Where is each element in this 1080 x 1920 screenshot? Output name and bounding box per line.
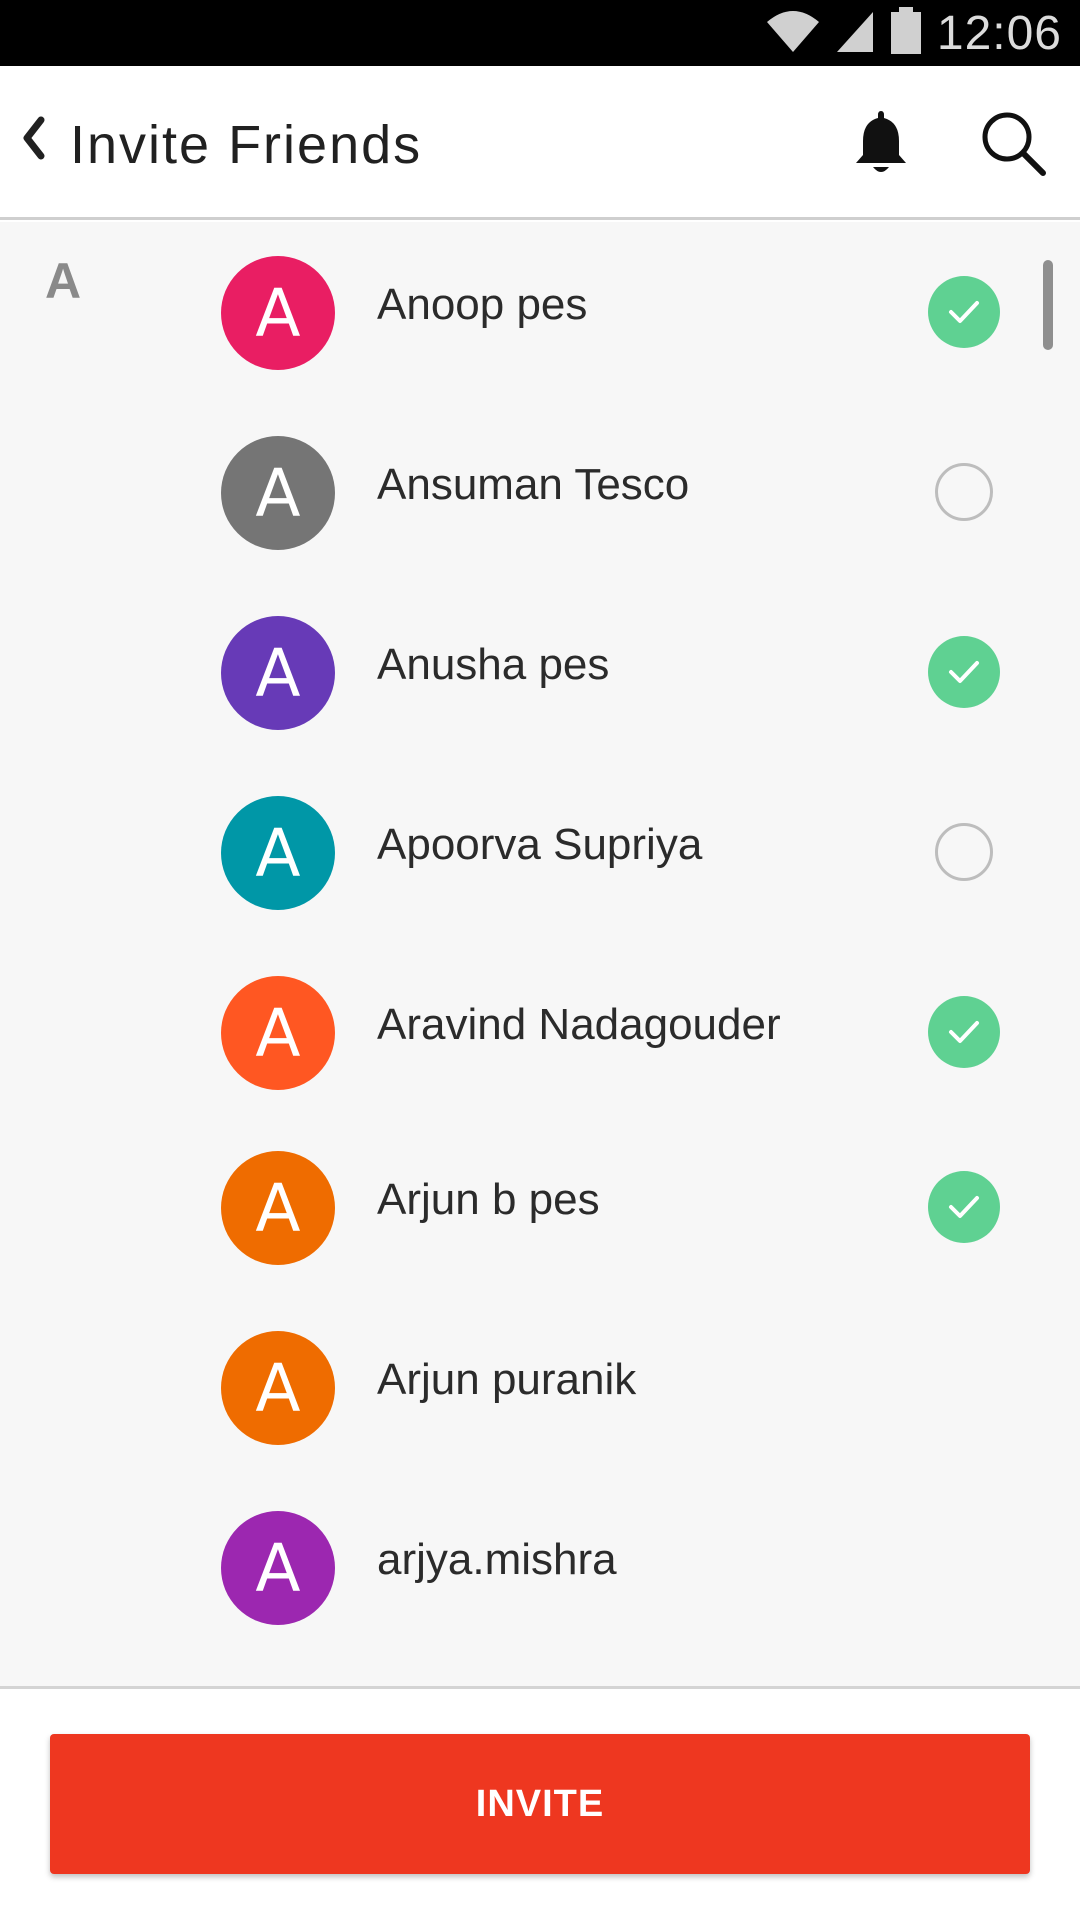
app-bar: Invite Friends bbox=[0, 66, 1080, 220]
avatar: A bbox=[221, 976, 335, 1090]
contact-row[interactable]: A Apoorva Supriya bbox=[0, 762, 1080, 942]
contact-name: Apoorva Supriya bbox=[377, 820, 703, 869]
signal-icon bbox=[835, 8, 875, 59]
avatar: A bbox=[221, 1511, 335, 1625]
bell-icon bbox=[853, 109, 909, 180]
avatar: A bbox=[221, 616, 335, 730]
wifi-icon bbox=[765, 8, 821, 59]
contact-row[interactable]: A Arjun b pes bbox=[0, 1117, 1080, 1297]
contact-row[interactable]: A Arjun puranik bbox=[0, 1297, 1080, 1477]
search-button[interactable] bbox=[974, 108, 1054, 184]
checkmark-icon bbox=[949, 1196, 979, 1218]
contact-list[interactable]: A A Anoop pes A Ansuman Tesco A Anusha p… bbox=[0, 222, 1080, 1686]
contact-name: Ansuman Tesco bbox=[377, 460, 690, 509]
checkmark-icon bbox=[949, 661, 979, 683]
avatar: A bbox=[221, 796, 335, 910]
status-time: 12:06 bbox=[936, 6, 1062, 60]
contact-name: Anoop pes bbox=[377, 280, 588, 329]
selection-toggle[interactable] bbox=[928, 1171, 1000, 1243]
contact-name: Arjun b pes bbox=[377, 1175, 600, 1224]
status-indicators: 12:06 bbox=[765, 0, 1062, 66]
search-icon bbox=[979, 109, 1049, 184]
battery-icon bbox=[889, 6, 923, 60]
selection-toggle[interactable] bbox=[928, 276, 1000, 348]
footer-divider bbox=[0, 1686, 1080, 1689]
contact-name: Arjun puranik bbox=[377, 1355, 637, 1404]
contact-name: arjya.mishra bbox=[377, 1535, 617, 1584]
status-bar: 12:06 bbox=[0, 0, 1080, 66]
contact-row[interactable]: A Anusha pes bbox=[0, 582, 1080, 762]
page-title: Invite Friends bbox=[70, 115, 423, 175]
avatar: A bbox=[221, 436, 335, 550]
checkmark-icon bbox=[949, 1021, 979, 1043]
selection-toggle[interactable] bbox=[928, 636, 1000, 708]
selection-toggle[interactable] bbox=[928, 996, 1000, 1068]
contact-row[interactable]: A Anoop pes bbox=[0, 222, 1080, 402]
selection-toggle[interactable] bbox=[935, 463, 993, 521]
avatar: A bbox=[221, 256, 335, 370]
invite-button[interactable]: INVITE bbox=[50, 1734, 1030, 1874]
back-button[interactable] bbox=[14, 110, 54, 170]
contact-row[interactable]: A Aravind Nadagouder bbox=[0, 942, 1080, 1122]
notifications-button[interactable] bbox=[846, 106, 916, 182]
selection-toggle[interactable] bbox=[935, 823, 993, 881]
contact-name: Aravind Nadagouder bbox=[377, 1000, 781, 1049]
checkmark-icon bbox=[949, 301, 979, 323]
contact-row[interactable]: A Ansuman Tesco bbox=[0, 402, 1080, 582]
contact-row[interactable]: A arjya.mishra bbox=[0, 1477, 1080, 1657]
chevron-left-icon bbox=[21, 116, 47, 165]
avatar: A bbox=[221, 1151, 335, 1265]
avatar: A bbox=[221, 1331, 335, 1445]
contact-name: Anusha pes bbox=[377, 640, 610, 689]
